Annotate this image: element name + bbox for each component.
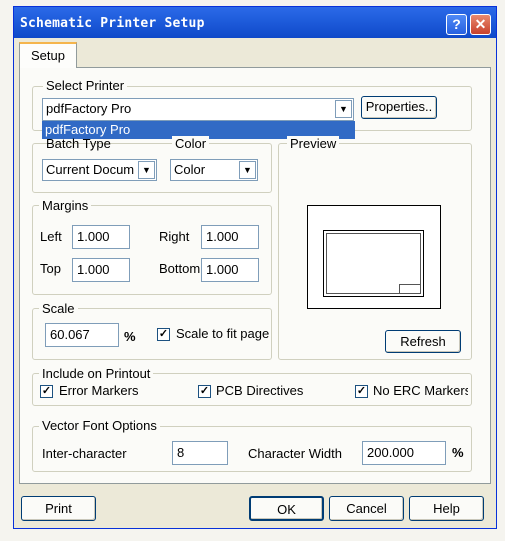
ok-label: OK <box>277 502 296 517</box>
pcb-directives-checkbox[interactable]: ✓ <box>198 385 211 398</box>
color-value: Color <box>174 162 206 177</box>
vector-font-label: Vector Font Options <box>39 418 160 433</box>
scale-to-fit-label: Scale to fit page <box>176 326 270 341</box>
tab-setup[interactable]: Setup <box>19 42 77 68</box>
top-margin-input[interactable]: 1.000 <box>72 258 130 282</box>
character-width-label: Character Width <box>248 446 342 461</box>
print-button[interactable]: Print <box>21 496 96 521</box>
scale-label: Scale <box>39 301 78 316</box>
character-width-unit: % <box>452 445 464 460</box>
ok-button[interactable]: OK <box>249 496 324 521</box>
batch-type-select[interactable]: Current Docum ▼ <box>42 159 157 181</box>
printer-select[interactable]: pdfFactory Pro ▼ <box>42 98 354 121</box>
character-width-input[interactable]: 200.000 <box>362 441 446 465</box>
batch-type-label: Batch Type <box>46 136 111 151</box>
scale-input[interactable]: 60.067 <box>45 323 119 347</box>
no-erc-markers-checkbox[interactable]: ✓ <box>355 385 368 398</box>
sheet-preview <box>323 230 424 297</box>
cancel-label: Cancel <box>346 501 387 516</box>
left-margin-input[interactable]: 1.000 <box>72 225 130 249</box>
title-block <box>399 284 421 294</box>
batch-type-value: Current Docum <box>46 162 135 177</box>
help-label: Help <box>433 501 460 516</box>
left-margin-label: Left <box>40 229 62 244</box>
right-margin-label: Right <box>159 229 190 244</box>
no-erc-markers-label: No ERC Markers <box>373 383 468 398</box>
include-label: Include on Printout <box>39 366 154 381</box>
chevron-down-icon[interactable]: ▼ <box>138 161 155 179</box>
color-select[interactable]: Color ▼ <box>170 159 258 181</box>
properties-label: Properties.. <box>365 99 433 114</box>
error-markers-label: Error Markers <box>59 383 139 398</box>
margins-label: Margins <box>39 198 92 213</box>
scale-to-fit-checkbox[interactable]: ✓ <box>157 328 170 341</box>
window-title: Schematic Printer Setup <box>20 16 205 31</box>
bottom-margin-label: Bottom <box>159 261 201 276</box>
scale-unit: % <box>124 329 136 344</box>
color-label: Color <box>172 136 210 151</box>
preview-label: Preview <box>287 136 340 151</box>
chevron-down-icon[interactable]: ▼ <box>239 161 256 179</box>
inter-character-label: Inter-character <box>42 446 127 461</box>
bottom-margin-input[interactable]: 1.000 <box>201 258 259 282</box>
refresh-label: Refresh <box>400 334 446 349</box>
help-icon[interactable]: ? <box>446 14 467 35</box>
properties-button[interactable]: Properties.. <box>361 96 437 119</box>
pcb-directives-label: PCB Directives <box>216 383 304 398</box>
printer-select-value: pdfFactory Pro <box>46 101 132 116</box>
cancel-button[interactable]: Cancel <box>329 496 404 521</box>
select-printer-label: Select Printer <box>43 78 128 93</box>
inter-character-input[interactable]: 8 <box>172 441 228 465</box>
help-button[interactable]: Help <box>409 496 484 521</box>
page-preview <box>307 205 441 309</box>
close-icon[interactable]: ✕ <box>470 14 491 35</box>
print-label: Print <box>45 501 72 516</box>
right-margin-input[interactable]: 1.000 <box>201 225 259 249</box>
error-markers-checkbox[interactable]: ✓ <box>40 385 53 398</box>
refresh-button[interactable]: Refresh <box>385 330 461 353</box>
chevron-down-icon[interactable]: ▼ <box>335 100 352 118</box>
top-margin-label: Top <box>40 261 61 276</box>
